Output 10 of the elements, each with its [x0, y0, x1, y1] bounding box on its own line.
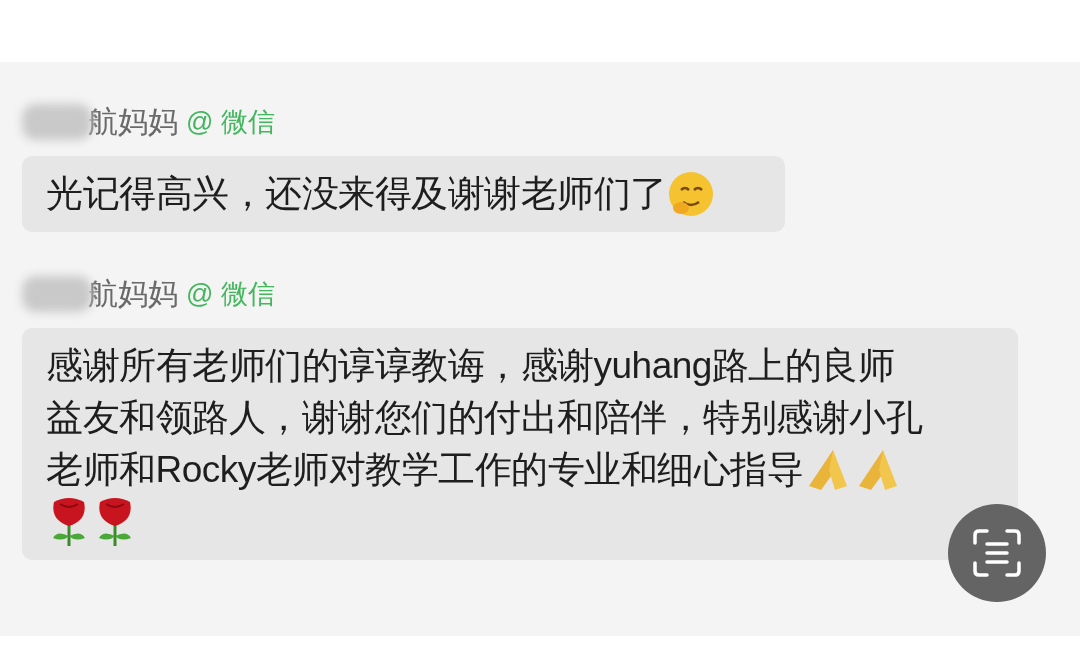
message-text: 老师和Rocky老师对教学工作的专业和细心指导	[46, 448, 804, 492]
message-text: 益友和领路人，谢谢您们的付出和陪伴，特别感谢小孔	[46, 396, 922, 440]
message-text: 光记得高兴，还没来得及谢谢老师们了	[46, 172, 667, 216]
sender-name: 航妈妈	[88, 103, 178, 140]
scan-text-icon	[971, 527, 1023, 579]
sender-name: 航妈妈	[88, 275, 178, 312]
smiling-emoji-icon	[666, 170, 715, 218]
sender-source: @ 微信	[186, 106, 275, 139]
message-text: 感谢所有老师们的谆谆教诲，感谢yuhang路上的良师	[46, 344, 895, 388]
sender-source: @ 微信	[186, 278, 275, 311]
